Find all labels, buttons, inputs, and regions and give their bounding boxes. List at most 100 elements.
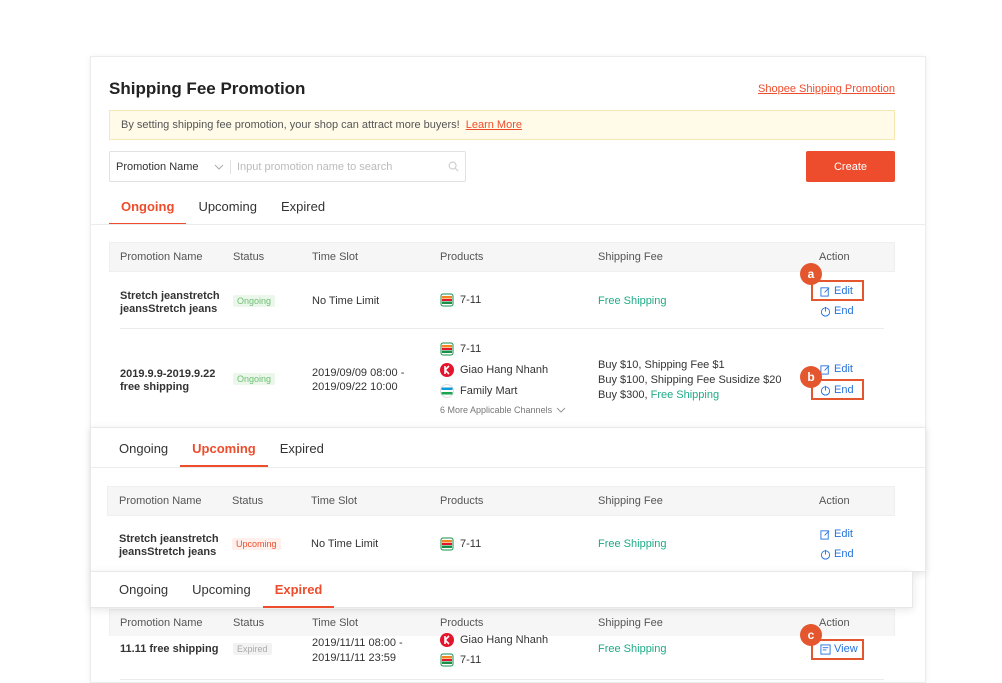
- annotation-box-a: [811, 280, 864, 301]
- page-title: Shipping Fee Promotion: [109, 79, 306, 98]
- end-button[interactable]: End: [820, 548, 854, 560]
- tab-expired[interactable]: Expired: [269, 188, 337, 224]
- row-promotion-name: Stretch jeanstretch jeansStretch jeans: [119, 533, 219, 558]
- col-action: Action: [819, 495, 850, 507]
- search-icon[interactable]: [441, 161, 465, 172]
- annotation-marker-b: b: [800, 366, 822, 388]
- row-shipping-fee: Free Shipping: [598, 538, 667, 550]
- end-label: End: [834, 548, 854, 560]
- row-time-slot: 2019/09/09 08:00 - 2019/09/22 10:00: [312, 367, 405, 393]
- giao-hang-nhanh-icon: [440, 363, 454, 377]
- row-time-slot: 2019/11/11 08:00 - 2019/11/11 23:59: [312, 637, 403, 664]
- product-label: Giao Hang Nhanh: [460, 364, 549, 376]
- col-promotion-name: Promotion Name: [119, 495, 202, 507]
- col-shipping-fee: Shipping Fee: [598, 495, 663, 507]
- product-item: 7-11: [440, 293, 481, 307]
- row-shipping-fee: Free Shipping: [598, 295, 667, 307]
- col-status: Status: [233, 251, 265, 263]
- product-item: 7-11: [440, 537, 481, 551]
- tab-upcoming[interactable]: Upcoming: [186, 188, 269, 224]
- tab-ongoing[interactable]: Ongoing: [109, 188, 187, 225]
- col-action: Action: [819, 617, 850, 629]
- more-channels-toggle[interactable]: 6 More Applicable Channels: [440, 405, 566, 415]
- power-icon: [820, 549, 831, 560]
- seven-eleven-icon: [440, 537, 454, 551]
- free-shipping-text: Free Shipping: [650, 389, 720, 401]
- info-bar: By setting shipping fee promotion, your …: [109, 110, 895, 140]
- product-label: 7-11: [460, 294, 482, 306]
- product-label: Giao Hang Nhanh: [460, 634, 549, 646]
- tabs-ongoing: Ongoing Upcoming Expired: [109, 188, 337, 225]
- more-channels-label: 6 More Applicable Channels: [440, 405, 553, 415]
- chevron-down-icon: [556, 407, 566, 413]
- row-time-slot: No Time Limit: [312, 295, 380, 307]
- edit-button[interactable]: Edit: [820, 528, 853, 540]
- family-mart-icon: [440, 384, 454, 398]
- edit-label: Edit: [834, 363, 853, 375]
- tab-expired[interactable]: Expired: [268, 430, 336, 466]
- filter-select[interactable]: Promotion Name: [110, 161, 230, 173]
- seven-eleven-icon: [440, 653, 454, 667]
- chevron-down-icon: [214, 164, 224, 170]
- power-icon: [820, 306, 831, 317]
- row-shipping-fee: Buy $10, Shipping Fee $1 Buy $100, Shipp…: [598, 358, 781, 403]
- search-input[interactable]: [231, 160, 441, 173]
- seven-eleven-icon: [440, 342, 454, 356]
- learn-more-link[interactable]: Learn More: [466, 119, 522, 131]
- tabs-expired: Ongoing Upcoming Expired: [107, 571, 335, 608]
- product-label: 7-11: [460, 654, 482, 666]
- tab-expired[interactable]: Expired: [262, 571, 335, 608]
- status-badge: Upcoming: [232, 538, 281, 550]
- product-label: 7-11: [460, 343, 482, 355]
- fee-tier: Buy $10, Shipping Fee $1: [598, 359, 725, 371]
- info-text: By setting shipping fee promotion, your …: [121, 119, 460, 131]
- tab-divider: [91, 467, 925, 468]
- fee-tier: Buy $300, Free Shipping: [598, 388, 781, 403]
- col-promotion-name: Promotion Name: [120, 617, 203, 629]
- edit-label: Edit: [834, 528, 853, 540]
- col-shipping-fee: Shipping Fee: [598, 617, 663, 629]
- edit-icon: [820, 529, 830, 540]
- col-status: Status: [233, 617, 265, 629]
- row-shipping-fee: Free Shipping: [598, 643, 667, 655]
- product-label: 7-11: [460, 538, 482, 550]
- col-time-slot: Time Slot: [311, 495, 358, 507]
- tab-ongoing[interactable]: Ongoing: [107, 571, 180, 607]
- end-button[interactable]: End: [820, 305, 854, 317]
- tabs-upcoming: Ongoing Upcoming Expired: [107, 430, 336, 467]
- giao-hang-nhanh-icon: [440, 633, 454, 647]
- col-time-slot: Time Slot: [312, 251, 359, 263]
- filter-select-label: Promotion Name: [116, 160, 199, 173]
- row-promotion-name: Stretch jeanstretch jeansStretch jeans: [120, 290, 220, 315]
- annotation-marker-c: c: [800, 624, 822, 646]
- status-badge: Ongoing: [233, 295, 276, 307]
- col-time-slot: Time Slot: [312, 617, 359, 629]
- col-shipping-fee: Shipping Fee: [598, 251, 663, 263]
- tab-upcoming[interactable]: Upcoming: [180, 430, 268, 467]
- annotation-marker-a: a: [800, 263, 822, 285]
- fee-tier-text: Buy $300,: [598, 389, 648, 401]
- product-label: Family Mart: [460, 385, 518, 397]
- create-button[interactable]: Create: [806, 151, 895, 182]
- tab-ongoing[interactable]: Ongoing: [107, 430, 180, 466]
- seven-eleven-icon: [440, 293, 454, 307]
- search-box: Promotion Name: [109, 151, 466, 182]
- col-products: Products: [440, 617, 484, 629]
- tab-upcoming[interactable]: Upcoming: [180, 571, 263, 607]
- end-label: End: [834, 305, 854, 317]
- col-action: Action: [819, 251, 850, 263]
- row-promotion-name: 2019.9.9-2019.9.22 free shipping: [120, 368, 216, 393]
- row-time-slot: No Time Limit: [311, 538, 379, 550]
- status-badge: Expired: [233, 643, 272, 655]
- shopee-shipping-promotion-link[interactable]: Shopee Shipping Promotion: [758, 83, 895, 95]
- product-item: 7-11: [440, 653, 481, 667]
- row-divider: [120, 679, 884, 680]
- edit-icon: [820, 364, 830, 375]
- edit-button[interactable]: Edit: [820, 363, 853, 375]
- col-products: Products: [440, 495, 484, 507]
- product-item: Giao Hang Nhanh: [440, 363, 548, 377]
- col-products: Products: [440, 251, 484, 263]
- table-header: [107, 486, 895, 516]
- tab-divider: [91, 224, 925, 225]
- product-item: Family Mart: [440, 384, 517, 398]
